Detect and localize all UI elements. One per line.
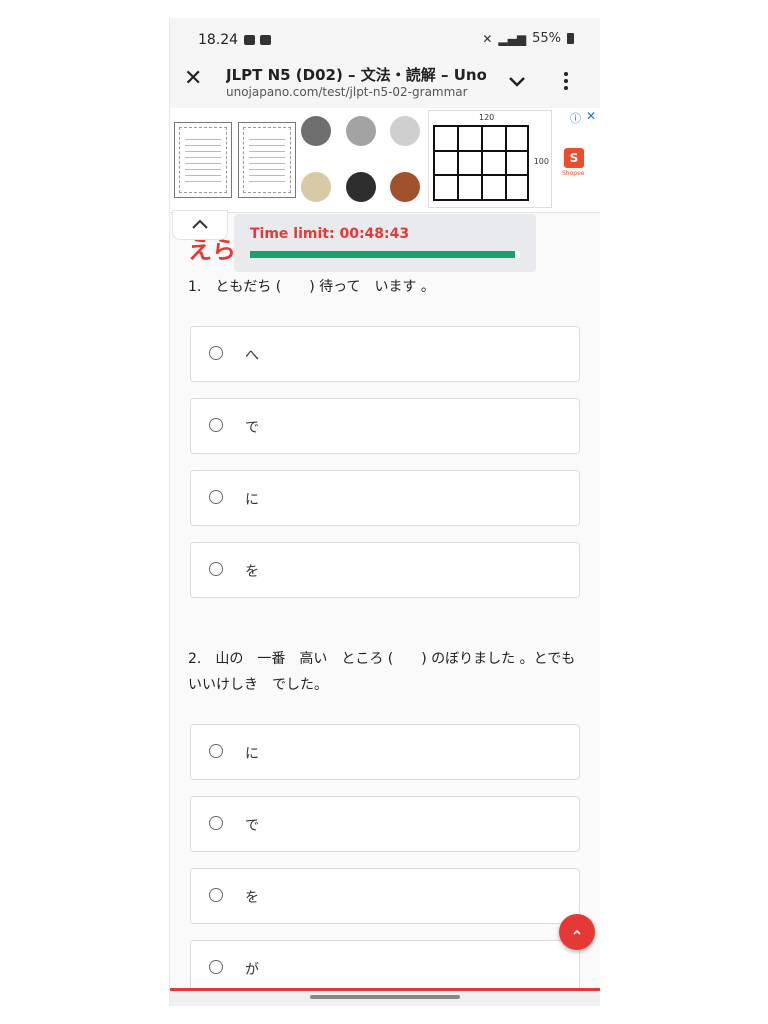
certificate-image bbox=[238, 122, 296, 198]
question-1-text: 1. ともだち ( ) 待って います 。 bbox=[188, 279, 435, 295]
radio-button[interactable] bbox=[209, 418, 223, 432]
battery-icon bbox=[567, 33, 574, 44]
color-swatch bbox=[301, 116, 331, 146]
option-label: へ bbox=[245, 348, 259, 364]
color-swatch bbox=[346, 116, 376, 146]
answer-option[interactable]: に bbox=[190, 724, 580, 780]
message-icon bbox=[244, 35, 255, 45]
answer-option[interactable]: で bbox=[190, 796, 580, 852]
chevron-up-icon bbox=[192, 219, 208, 229]
grid-height-label: 100 bbox=[533, 157, 549, 166]
answer-option[interactable]: を bbox=[190, 542, 580, 598]
option-label: で bbox=[245, 420, 259, 436]
grid-width-label: 120 bbox=[479, 113, 495, 122]
color-swatch bbox=[301, 172, 331, 202]
grid-product-image: 120 100 bbox=[428, 110, 552, 208]
answer-option[interactable]: を bbox=[190, 868, 580, 924]
radio-button[interactable] bbox=[209, 346, 223, 360]
status-right: ✕ ▂▄▆ 55% bbox=[482, 31, 574, 46]
phone-screen: 18.24 ✕ ▂▄▆ 55% ✕ JLPT N5 (D02) – 文法・読解 … bbox=[169, 18, 600, 1006]
answer-option[interactable]: で bbox=[190, 398, 580, 454]
time-limit-panel: Time limit: 00:48:43 bbox=[234, 214, 536, 272]
browser-toolbar: ✕ JLPT N5 (D02) – 文法・読解 – Uno unojapano.… bbox=[170, 56, 600, 108]
status-time: 18.24 bbox=[198, 32, 239, 48]
time-limit-text: Time limit: 00:48:43 bbox=[250, 226, 410, 242]
ad-close-icon[interactable]: ✕ bbox=[586, 109, 596, 123]
signal-icon: ▂▄▆ bbox=[498, 31, 527, 46]
option-label: を bbox=[245, 564, 259, 580]
time-progress-fill bbox=[250, 251, 515, 258]
certificate-image bbox=[174, 122, 232, 198]
radio-button[interactable] bbox=[209, 888, 223, 902]
more-options-icon[interactable] bbox=[564, 72, 568, 90]
option-label: が bbox=[245, 962, 259, 978]
notification-icons bbox=[244, 35, 271, 45]
close-icon[interactable]: ✕ bbox=[184, 66, 202, 91]
answer-option[interactable]: に bbox=[190, 470, 580, 526]
mute-icon: ✕ bbox=[482, 31, 493, 46]
page-url[interactable]: unojapano.com/test/jlpt-n5-02-grammar bbox=[226, 85, 468, 99]
chevron-down-icon[interactable] bbox=[506, 70, 528, 92]
battery-percent: 55% bbox=[532, 31, 561, 46]
option-label: を bbox=[245, 890, 259, 906]
ad-info-icon[interactable]: ⓘ bbox=[570, 110, 581, 126]
ad-banner[interactable]: 120 100 S Shopee ⓘ ✕ bbox=[170, 108, 600, 213]
grid-table bbox=[433, 125, 529, 201]
question-2-text: 2. 山の 一番 高い ところ ( ) のぼりました 。とでも いいけしき でし… bbox=[188, 651, 590, 693]
system-nav-bar bbox=[170, 991, 600, 1006]
radio-button[interactable] bbox=[209, 744, 223, 758]
answer-option[interactable]: へ bbox=[190, 326, 580, 382]
radio-button[interactable] bbox=[209, 562, 223, 576]
shopee-logo: S bbox=[564, 148, 584, 168]
scroll-to-top-button[interactable] bbox=[559, 914, 595, 950]
collapse-button[interactable] bbox=[172, 210, 228, 240]
option-label: で bbox=[245, 818, 259, 834]
time-progress-track bbox=[250, 251, 520, 258]
radio-button[interactable] bbox=[209, 816, 223, 830]
shopee-label: Shopee bbox=[562, 170, 585, 177]
home-gesture-handle[interactable] bbox=[310, 995, 460, 999]
check-icon bbox=[260, 35, 271, 45]
page-title: JLPT N5 (D02) – 文法・読解 – Uno bbox=[226, 66, 486, 84]
color-swatch bbox=[346, 172, 376, 202]
radio-button[interactable] bbox=[209, 490, 223, 504]
chevron-up-icon bbox=[573, 929, 581, 935]
option-label: に bbox=[245, 746, 259, 762]
color-swatch bbox=[390, 172, 420, 202]
color-swatch bbox=[390, 116, 420, 146]
radio-button[interactable] bbox=[209, 960, 223, 974]
option-label: に bbox=[245, 492, 259, 508]
